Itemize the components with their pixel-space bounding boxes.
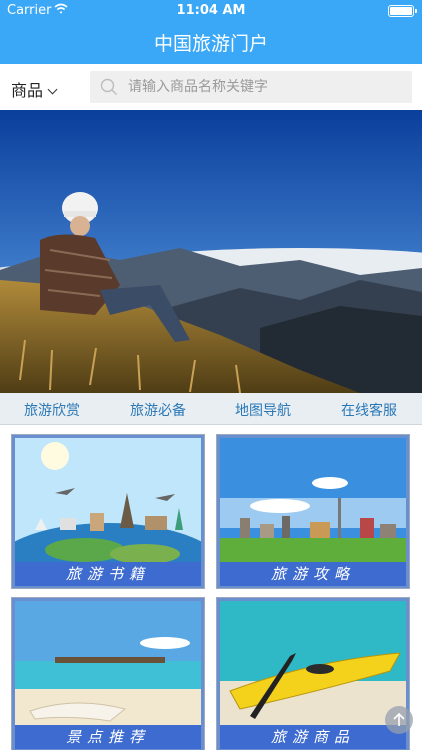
card-caption: 旅游书籍 xyxy=(15,562,201,586)
search-bar: 商品 xyxy=(0,64,422,110)
tab-travel-appreciation[interactable]: 旅游欣赏 xyxy=(24,400,80,420)
card-travel-books[interactable]: 旅游书籍 xyxy=(11,434,205,589)
banner-carousel[interactable] xyxy=(0,110,422,393)
search-icon xyxy=(100,78,117,95)
travel-books-image xyxy=(15,438,201,562)
tab-travel-essentials[interactable]: 旅游必备 xyxy=(130,400,186,420)
category-tabs: 旅游欣赏 旅游必备 地图导航 在线客服 xyxy=(0,393,422,425)
card-caption: 旅游攻略 xyxy=(220,562,406,586)
battery-icon xyxy=(388,5,417,17)
card-travel-guide[interactable]: 旅游攻略 xyxy=(216,434,410,589)
chevron-down-icon xyxy=(47,84,58,95)
card-caption: 景点推荐 xyxy=(15,725,201,749)
travel-goods-image xyxy=(220,601,406,725)
category-dropdown[interactable]: 商品 xyxy=(11,77,58,101)
travel-guide-image xyxy=(220,438,406,562)
card-travel-goods[interactable]: 旅游商品 xyxy=(216,597,410,750)
search-input[interactable] xyxy=(128,76,404,98)
category-label: 商品 xyxy=(11,81,44,100)
card-caption: 旅游商品 xyxy=(220,725,406,749)
search-field[interactable] xyxy=(90,71,412,103)
back-to-top-button[interactable] xyxy=(385,706,413,734)
top-bar: Carrier 11:04 AM 中国旅游门户 xyxy=(0,0,422,64)
clock: 11:04 AM xyxy=(176,3,246,18)
page-title: 中国旅游门户 xyxy=(153,33,268,55)
recommended-sights-image xyxy=(15,601,201,725)
tab-online-service[interactable]: 在线客服 xyxy=(341,400,397,420)
tab-map-navigation[interactable]: 地图导航 xyxy=(235,400,291,420)
banner-image xyxy=(0,110,422,393)
arrow-up-icon xyxy=(393,712,405,726)
status-bar: Carrier 11:04 AM xyxy=(0,0,422,22)
card-recommended-sights[interactable]: 景点推荐 xyxy=(11,597,205,750)
